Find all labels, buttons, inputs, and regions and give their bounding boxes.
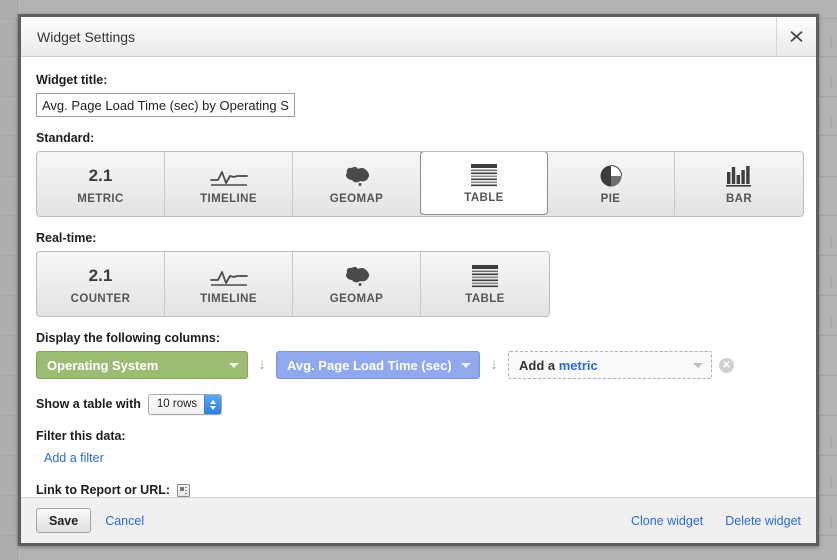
- widget-type-label: COUNTER: [70, 293, 131, 305]
- widget-type-timeline-button[interactable]: TIMELINE: [165, 152, 293, 216]
- widget-type-label: TABLE: [464, 192, 504, 204]
- widget-settings-dialog: Widget Settings Widget title: Standard: …: [18, 14, 819, 546]
- bar-icon: [725, 163, 753, 189]
- rows-select[interactable]: 10 rows: [147, 394, 223, 415]
- background-left-column: [0, 0, 18, 560]
- columns-label: Display the following columns:: [36, 331, 221, 345]
- numeric-2-1-icon: 2.1: [89, 263, 113, 289]
- dialog-title: Widget Settings: [37, 28, 136, 45]
- widget-type-pie-button[interactable]: PIE: [547, 152, 675, 216]
- widget-type-label: METRIC: [77, 193, 124, 205]
- add-filter-link[interactable]: Add a filter: [44, 451, 104, 465]
- sparkline-icon: [209, 263, 248, 289]
- sparkline-icon: [209, 163, 248, 189]
- widget-type-table-button[interactable]: TABLE: [420, 152, 548, 215]
- chevron-down-icon: [693, 362, 703, 368]
- widget-type-bar-button[interactable]: BAR: [675, 152, 803, 216]
- widget-type-geomap-button[interactable]: GEOMAP: [293, 252, 421, 316]
- chevron-down-icon: [229, 362, 239, 368]
- sort-arrow-down-icon-2: ↓: [490, 356, 498, 373]
- save-button[interactable]: Save: [36, 508, 92, 533]
- widget-title-input[interactable]: [36, 93, 295, 117]
- realtime-widget-type-group: 2.1 COUNTER TIMELINE GEOMAP TABLE: [36, 251, 550, 317]
- widget-type-label: PIE: [600, 193, 621, 205]
- metric-value-text: 2.1: [88, 166, 113, 185]
- geomap-icon: [341, 263, 373, 289]
- widget-title-label: Widget title:: [36, 73, 108, 87]
- remove-column-button[interactable]: ✕: [719, 357, 734, 373]
- widget-type-label: BAR: [725, 193, 753, 205]
- metric-pill-label: Avg. Page Load Time (sec): [287, 357, 451, 373]
- metric-pill-avg-page-load-time[interactable]: Avg. Page Load Time (sec): [276, 351, 480, 379]
- filter-label: Filter this data:: [36, 429, 126, 443]
- realtime-section-label: Real-time:: [36, 231, 97, 245]
- widget-type-label: GEOMAP: [329, 193, 384, 205]
- report-picker-icon[interactable]: [177, 484, 191, 497]
- rows-row: Show a table with 10 rows: [36, 394, 801, 415]
- widget-type-label: GEOMAP: [329, 293, 384, 305]
- add-metric-label: Add a metric: [519, 357, 598, 373]
- cancel-link[interactable]: Cancel: [105, 514, 144, 528]
- dialog-body: Widget title: Standard: 2.1 METRIC TIMELIN…: [21, 57, 816, 497]
- standard-section-label: Standard:: [36, 131, 95, 145]
- rows-select-value: 10 rows: [156, 398, 198, 410]
- widget-type-timeline-button[interactable]: TIMELINE: [165, 252, 293, 316]
- sort-arrow-down-icon-1: ↓: [258, 356, 266, 373]
- widget-type-counter-button[interactable]: 2.1 COUNTER: [37, 252, 165, 316]
- add-metric-pill[interactable]: Add a metric: [508, 351, 712, 379]
- chevron-down-icon: [461, 362, 471, 368]
- close-icon: [790, 30, 803, 43]
- widget-type-label: TIMELINE: [200, 293, 257, 305]
- widget-type-geomap-button[interactable]: GEOMAP: [293, 152, 421, 216]
- rows-label: Show a table with: [36, 397, 141, 411]
- widget-type-metric-button[interactable]: 2.1 METRIC: [37, 152, 165, 216]
- stepper-icon[interactable]: [204, 395, 222, 414]
- dimension-pill-label: Operating System: [47, 357, 159, 373]
- metric-value-text: 2.1: [88, 266, 113, 285]
- dialog-titlebar: Widget Settings: [21, 17, 816, 57]
- close-button[interactable]: [776, 17, 816, 56]
- table-icon: [471, 263, 499, 289]
- dimension-pill-operating-system[interactable]: Operating System: [36, 351, 248, 379]
- geomap-icon: [341, 163, 373, 189]
- widget-type-label: TIMELINE: [200, 193, 257, 205]
- widget-type-label: TABLE: [465, 293, 505, 305]
- dialog-footer: Save Cancel Clone widget Delete widget: [21, 497, 816, 543]
- table-icon: [470, 162, 498, 188]
- clone-widget-link[interactable]: Clone widget: [631, 514, 703, 528]
- delete-widget-link[interactable]: Delete widget: [725, 514, 801, 528]
- link-label: Link to Report or URL:: [36, 483, 171, 497]
- numeric-2-1-icon: 2.1: [89, 163, 113, 189]
- columns-row: Operating System ↓ Avg. Page Load Time (…: [36, 351, 801, 379]
- widget-type-table-button[interactable]: TABLE: [421, 252, 549, 316]
- link-label-row: Link to Report or URL:: [36, 483, 801, 497]
- pie-icon: [599, 163, 623, 189]
- standard-widget-type-group: 2.1 METRIC TIMELINE GEOMAP TABLE PIE BAR: [36, 151, 804, 217]
